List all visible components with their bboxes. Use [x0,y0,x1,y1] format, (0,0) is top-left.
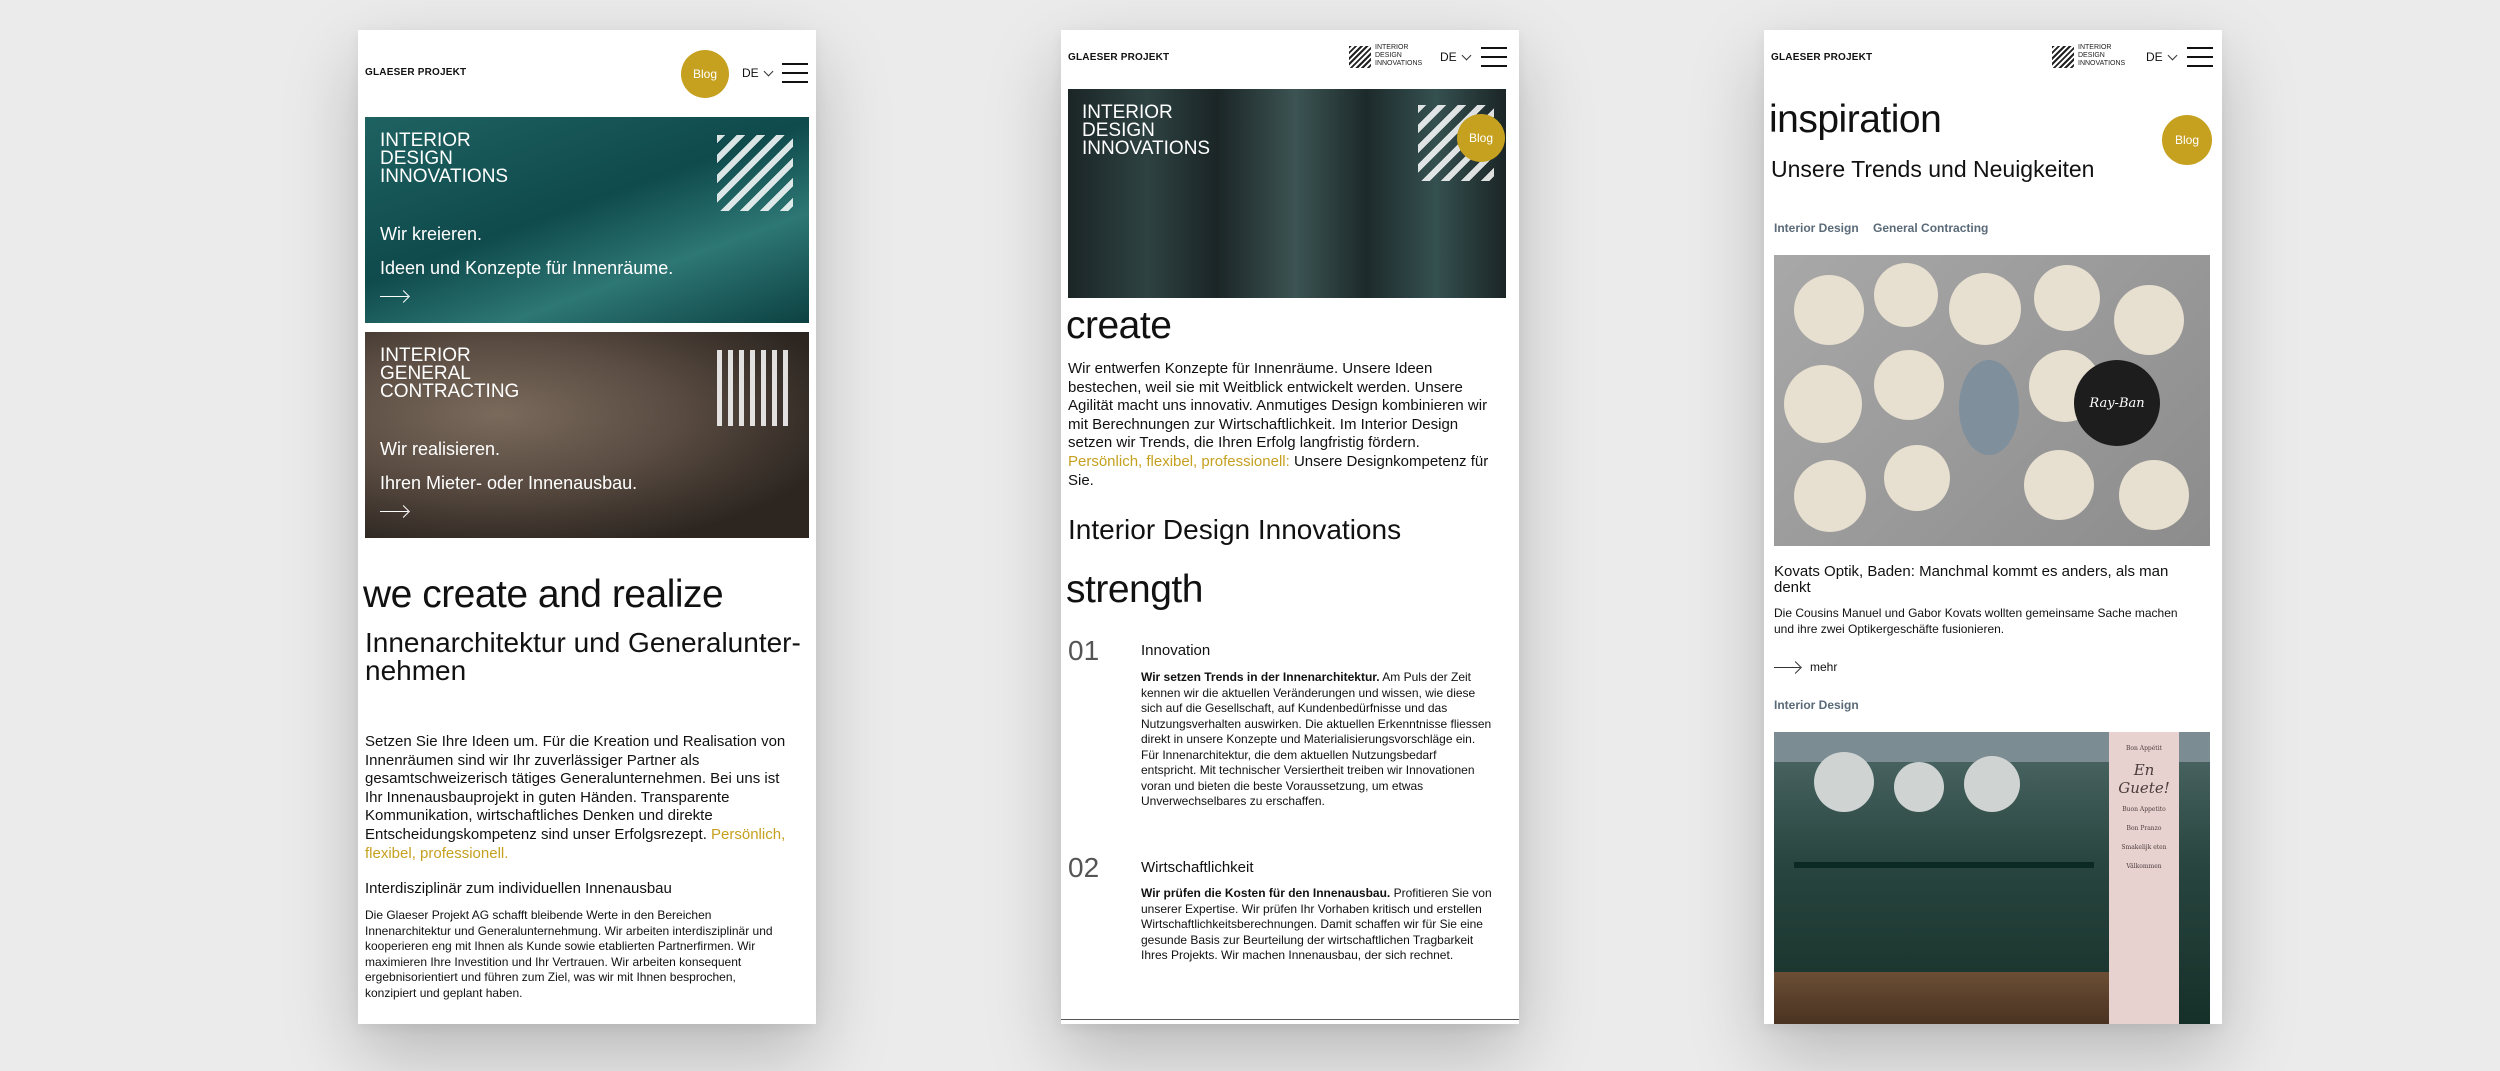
arrow-right-icon[interactable] [380,511,408,512]
hamburger-menu-icon[interactable] [782,63,808,83]
hamburger-menu-icon[interactable] [2187,47,2213,67]
page-headline: inspiration [1769,98,1942,141]
filter-general-contracting[interactable]: General Contracting [1873,221,1988,235]
blog-button[interactable]: Blog [1457,114,1505,162]
chevron-down-icon [2167,50,2178,61]
section-subtitle: Interior Design Innovations [1068,514,1402,545]
post-excerpt: Die Cousins Manuel und Gabor Kovats woll… [1774,606,2178,636]
bottom-divider [1061,1019,1519,1020]
accent-text: Persönlich, flexibel, professionell: [1068,452,1290,470]
post-image-restaurant[interactable]: Bon Appétit En Guete! Buon Appetito Bon … [1774,732,2210,1024]
language-label: DE [742,66,759,80]
language-selector[interactable]: DE [1440,50,1472,64]
menu-sign: Bon Appétit En Guete! Buon Appetito Bon … [2109,732,2179,1024]
intro-paragraph: Setzen Sie Ihre Ideen um. Für die Kreati… [365,733,811,863]
blog-button[interactable]: Blog [2162,115,2212,165]
strength-headline: strength [1066,568,1203,611]
page-headline: we create and realize [363,573,724,616]
vertical-stripes-logo-icon [717,350,793,426]
filter-interior-design[interactable]: Interior Design [1774,221,1859,235]
section-paragraph: Die Glaeser Projekt AG schafft bleibende… [365,908,773,1000]
strength-text: Wir prüfen die Kosten für den Innenausba… [1141,886,1492,962]
card-tagline: Wir kreieren. [380,224,483,244]
card-title: INTERIOR DESIGN INNOVATIONS [380,130,509,187]
screen-home: GLAESER PROJEKT Blog DE INTERIOR DESIGN … [358,30,816,1024]
brand-logo[interactable]: GLAESER PROJEKT [365,67,466,78]
brand-mark-text: INTERIOR DESIGN INNOVATIONS [2078,44,2126,67]
language-selector[interactable]: DE [742,66,774,80]
card-description: Ideen und Konzepte für Innenräume. [380,258,674,278]
screen-create: GLAESER PROJEKT INTERIOR DESIGN INNOVATI… [1061,30,1519,1024]
blog-button[interactable]: Blog [681,50,729,98]
language-label: DE [1440,50,1457,64]
hamburger-menu-icon[interactable] [1481,47,1507,67]
arrow-right-icon[interactable] [380,296,408,297]
chevron-down-icon [1461,50,1472,61]
accent-text: flexibel, professionell. [365,844,509,862]
strength-number: 01 [1068,635,1100,666]
rayban-sign: Ray-Ban [2074,360,2160,446]
card-tagline: Wir realisieren. [380,439,501,459]
hero-title: INTERIOR DESIGN INNOVATIONS [1082,102,1211,159]
strength-text: Wir setzen Trends in der Innenarchitektu… [1141,670,1492,808]
brand-logo[interactable]: GLAESER PROJEKT [1068,52,1169,63]
brand-logo[interactable]: GLAESER PROJEKT [1771,52,1872,63]
more-link[interactable]: mehr [1774,660,1837,674]
post-category[interactable]: Interior Design [1774,698,1859,712]
screen-inspiration: GLAESER PROJEKT INTERIOR DESIGN INNOVATI… [1764,30,2222,1024]
hero-image: INTERIOR DESIGN INNOVATIONS [1068,89,1506,298]
language-selector[interactable]: DE [2146,50,2178,64]
brand-mark-icon [2052,46,2074,68]
card-general-contracting[interactable]: INTERIOR GENERAL CONTRACTING Wir realisi… [365,332,809,538]
strength-title: Innovation [1141,642,1211,659]
page-headline: create [1066,304,1172,347]
diagonal-stripes-logo-icon [717,135,793,211]
section-title: Interdisziplinär zum individuellen Innen… [365,880,672,897]
card-title: INTERIOR GENERAL CONTRACTING [380,345,520,402]
accent-text: Persönlich, [711,825,786,843]
arrow-right-icon [1774,660,1802,674]
intro-paragraph: Wir entwerfen Konzepte für Innenräume. U… [1068,360,1489,489]
chevron-down-icon [763,66,774,77]
language-label: DE [2146,50,2163,64]
page-subheadline: Innenarchitektur und Generalunter- nehme… [365,627,801,686]
card-interior-design[interactable]: INTERIOR DESIGN INNOVATIONS Wir kreieren… [365,117,809,323]
more-label: mehr [1810,660,1838,674]
strength-title: Wirtschaftlichkeit [1141,859,1254,876]
post-title[interactable]: Kovats Optik, Baden: Manchmal kommt es a… [1774,564,2168,596]
brand-mark-icon [1349,46,1371,68]
card-description: Ihren Mieter- oder Innenausbau. [380,473,638,493]
page-subtitle: Unsere Trends und Neuigkeiten [1771,156,2095,182]
brand-mark-text: INTERIOR DESIGN INNOVATIONS [1375,44,1423,67]
strength-number: 02 [1068,852,1100,883]
post-image-sunglasses-wall[interactable]: Ray-Ban [1774,255,2210,546]
